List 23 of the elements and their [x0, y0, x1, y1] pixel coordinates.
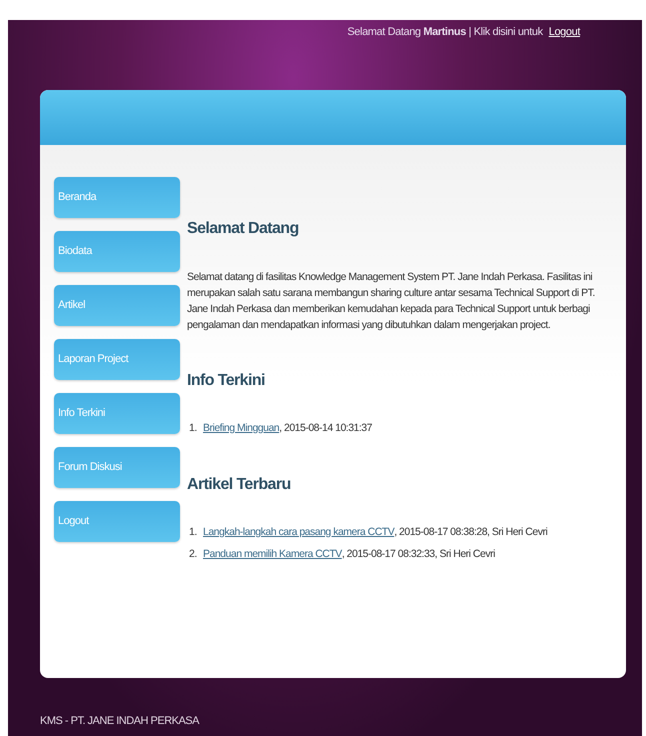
list-number: 1. [189, 524, 198, 540]
nav-button[interactable]: Laporan Project [54, 339, 180, 380]
list-number: 2. [189, 546, 198, 562]
nav-button[interactable]: Biodata [54, 231, 180, 272]
welcome-paragraph: Selamat datang di fasilitas Knowledge Management System PT. Jane Indah Perkasa. Fasilitas ini merupakan salah satu sarana membangun sharing culture antar sesama Technical Support di PT. Jane Indah Perkasa dan memberikan kemudahan kepada para Technical Support untuk berbagi pengalaman dan mendapatkan informasi yang dibutuhkan dalam mengerjakan project. [187, 270, 596, 333]
article-link[interactable]: Langkah-langkah cara pasang kamera CCTV [203, 524, 394, 540]
logout-link[interactable]: Logout [548, 24, 580, 40]
footer-text: KMS - PT. JANE INDAH PERKASA [40, 715, 199, 727]
welcome-text: Selamat Datang Martinus | Klik disini untuk [347, 25, 543, 40]
section-heading: Artikel Terbaru [187, 474, 292, 495]
section-heading: Info Terkini [187, 371, 266, 391]
nav-button[interactable]: Forum Diskusi [54, 447, 180, 488]
nav-button[interactable]: Info Terkini [54, 393, 180, 434]
item-details: , 2015-08-17 08:32:33, Sri Heri Cevri [342, 546, 495, 562]
item-details: , 2015-08-17 08:38:28, Sri Heri Cevri [394, 524, 548, 540]
nav-button[interactable]: Artikel [54, 285, 180, 326]
item-details: , 2015-08-14 10:31:37 [279, 421, 372, 436]
nav-button[interactable]: Logout [54, 501, 180, 542]
article-link[interactable]: Briefing Mingguan [203, 421, 280, 437]
list-number: 1. [189, 421, 198, 436]
section-heading: Selamat Datang [187, 219, 300, 239]
nav-button[interactable]: Beranda [54, 177, 180, 218]
article-link[interactable]: Panduan memilih Kamera CCTV [203, 546, 342, 562]
